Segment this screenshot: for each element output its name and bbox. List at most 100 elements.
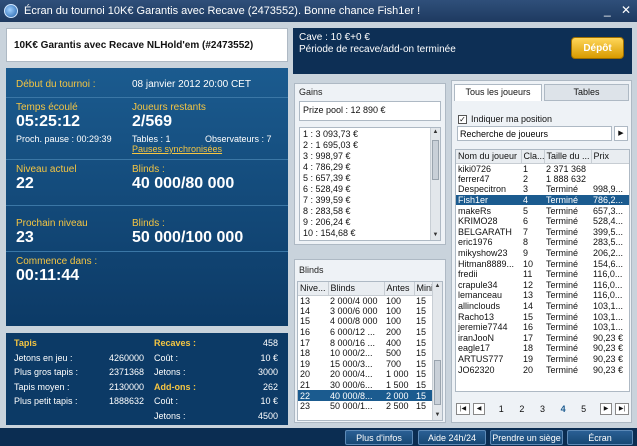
search-go-icon[interactable]: ▶ (614, 126, 628, 141)
table-row[interactable]: Hitman8889... 10 Terminé 154,6... (456, 258, 629, 269)
player-cell: 18 (523, 343, 534, 354)
table-row[interactable]: kiki0726 1 2 371 368 (456, 163, 629, 174)
table-row[interactable]: BELGARATH 7 Terminé 399,5... (456, 227, 629, 238)
table-row[interactable]: jeremie7744 16 Terminé 103,1... (456, 322, 629, 333)
players-column-header[interactable]: Prix (591, 150, 629, 164)
take-seat-button[interactable]: Prendre un siège (490, 430, 563, 445)
sync-pauses-link[interactable]: Pauses synchronisées (132, 144, 278, 154)
table-row[interactable]: Despecitron 3 Terminé 998,9... (456, 184, 629, 195)
stat-value: 1888632 (108, 396, 144, 406)
table-row[interactable]: fredii 11 Terminé 116,0... (456, 269, 629, 280)
scroll-down-icon[interactable]: ▼ (431, 231, 440, 240)
page-number[interactable]: 2 (519, 404, 524, 414)
blinds-row[interactable]: 17 8 000/16 ... 400 15 (298, 337, 434, 348)
next-page-icon[interactable]: ▶ (600, 403, 612, 415)
blinds-cell: 15 (416, 295, 427, 306)
prize-item[interactable]: 9 : 206,24 € (303, 217, 437, 228)
window-title: Écran du tournoi 10K€ Garantis avec Reca… (24, 5, 421, 17)
prizes-list[interactable]: 1 : 3 093,73 €2 : 1 695,03 €3 : 998,97 €… (299, 127, 441, 241)
page-number[interactable]: 3 (540, 404, 545, 414)
scroll-thumb[interactable] (434, 360, 441, 405)
table-row[interactable]: ARTUS777 19 Terminé 90,23 € (456, 354, 629, 365)
tab-tables[interactable]: Tables (544, 84, 629, 101)
prize-item[interactable]: 2 : 1 695,03 € (303, 140, 437, 151)
close-button[interactable]: ✕ (621, 3, 631, 17)
blinds-cell: 15 (416, 380, 427, 391)
prize-item[interactable]: 8 : 283,58 € (303, 206, 437, 217)
blinds-row[interactable]: 19 15 000/3... 700 15 (298, 359, 434, 370)
blinds-row[interactable]: 22 40 000/8... 2 000 15 (298, 390, 434, 401)
blinds-label: Blinds : (132, 164, 165, 175)
blinds-scrollbar[interactable]: ▲ ▼ (432, 282, 442, 420)
players-column-header[interactable]: Nom du joueur (456, 150, 522, 164)
blinds-cell: 1 500 (386, 380, 409, 391)
table-row[interactable]: JO62320 20 Terminé 90,23 € (456, 364, 629, 375)
lobby-button[interactable]: Écran (567, 430, 633, 445)
blinds-row[interactable]: 23 50 000/1... 2 500 15 (298, 401, 434, 412)
table-row[interactable]: mikyshow23 9 Terminé 206,2... (456, 248, 629, 259)
scroll-up-icon[interactable]: ▲ (433, 282, 442, 291)
first-page-icon[interactable]: |◀ (456, 403, 470, 415)
blinds-row[interactable]: 15 4 000/8 000 100 15 (298, 316, 434, 327)
blinds-cell: 100 (386, 305, 402, 316)
countdown-label: Commence dans : (16, 256, 98, 267)
blinds-cell: 20 (300, 369, 311, 380)
page-number[interactable]: 4 (561, 404, 566, 414)
blinds-column-header[interactable]: Antes (384, 282, 415, 296)
table-row[interactable]: Fish1er 4 Terminé 786,2... (456, 194, 629, 206)
more-info-button[interactable]: Plus d'infos (345, 430, 413, 445)
blinds-cell: 13 (300, 295, 311, 306)
prize-item[interactable]: 1 : 3 093,73 € (303, 129, 437, 140)
table-row[interactable]: makeRs 5 Terminé 657,3... (456, 205, 629, 216)
page-number[interactable]: 5 (581, 404, 586, 414)
table-row[interactable]: crapule34 12 Terminé 116,0... (456, 280, 629, 291)
minimize-button[interactable]: _ (604, 3, 611, 17)
table-row[interactable]: allinclouds 14 Terminé 103,1... (456, 301, 629, 312)
table-row[interactable]: eagle17 18 Terminé 90,23 € (456, 343, 629, 354)
page-number[interactable]: 1 (499, 404, 504, 414)
table-row[interactable]: eric1976 8 Terminé 283,5... (456, 237, 629, 248)
blinds-row[interactable]: 13 2 000/4 000 100 15 (298, 295, 434, 306)
blinds-column-header[interactable]: Nive... (298, 282, 329, 296)
blinds-cell: 3 000/6 000 (330, 305, 378, 316)
table-row[interactable]: ferrer47 2 1 888 632 (456, 174, 629, 185)
scroll-thumb[interactable] (432, 140, 439, 180)
blinds-row[interactable]: 20 20 000/4... 1 000 15 (298, 369, 434, 380)
players-column-header[interactable]: Cla... (521, 150, 545, 164)
blinds-row[interactable]: 16 6 000/12 ... 200 15 (298, 327, 434, 338)
players-table-container[interactable]: Nom du joueur Cla... Taille du ... Prix kik… (455, 149, 630, 392)
blinds-column-header[interactable]: Blinds (328, 282, 385, 296)
last-page-icon[interactable]: ▶| (615, 403, 629, 415)
deposit-button[interactable]: Dépôt (571, 37, 624, 59)
table-row[interactable]: lemanceau 13 Terminé 116,0... (456, 290, 629, 301)
player-search-input[interactable] (457, 126, 612, 141)
prize-item[interactable]: 6 : 528,49 € (303, 184, 437, 195)
help-button[interactable]: Aide 24h/24 (418, 430, 486, 445)
prize-item[interactable]: 5 : 657,39 € (303, 173, 437, 184)
table-row[interactable]: Racho13 15 Terminé 103,1... (456, 311, 629, 322)
prizes-scrollbar[interactable]: ▲ ▼ (430, 128, 440, 240)
player-cell: Terminé (546, 205, 579, 216)
scroll-down-icon[interactable]: ▼ (433, 411, 442, 420)
tab-all-players[interactable]: Tous les joueurs (454, 84, 542, 101)
rebuy-label: Jetons : (154, 410, 186, 421)
prize-item[interactable]: 4 : 786,29 € (303, 162, 437, 173)
checkbox-checked-icon[interactable]: ✓ (458, 114, 467, 124)
indicate-position[interactable]: ✓ Indiquer ma position (458, 114, 552, 124)
player-cell: 20 (523, 364, 534, 375)
blinds-row[interactable]: 21 30 000/6... 1 500 15 (298, 380, 434, 391)
blinds-row[interactable]: 18 10 000/2... 500 15 (298, 348, 434, 359)
table-row[interactable]: KRIMO28 6 Terminé 528,4... (456, 216, 629, 227)
blinds-table-container[interactable]: Nive... Blinds Antes Mini 13 2 000/4 000 100 1… (297, 281, 443, 421)
players-column-header[interactable]: Taille du ... (544, 150, 592, 164)
scroll-up-icon[interactable]: ▲ (431, 128, 440, 137)
prize-item[interactable]: 7 : 399,59 € (303, 195, 437, 206)
pagination: |◀ ◀ 1 2 3 4 5 ▶ ▶| (456, 401, 629, 417)
table-row[interactable]: iranJooN 17 Terminé 90,23 € (456, 333, 629, 344)
blinds-row[interactable]: 14 3 000/6 000 100 15 (298, 306, 434, 317)
blinds-column-header[interactable]: Mini (414, 282, 435, 296)
prev-page-icon[interactable]: ◀ (473, 403, 485, 415)
prize-item[interactable]: 10 : 154,68 € (303, 228, 437, 239)
player-cell: 5 (523, 205, 529, 216)
prize-item[interactable]: 3 : 998,97 € (303, 151, 437, 162)
